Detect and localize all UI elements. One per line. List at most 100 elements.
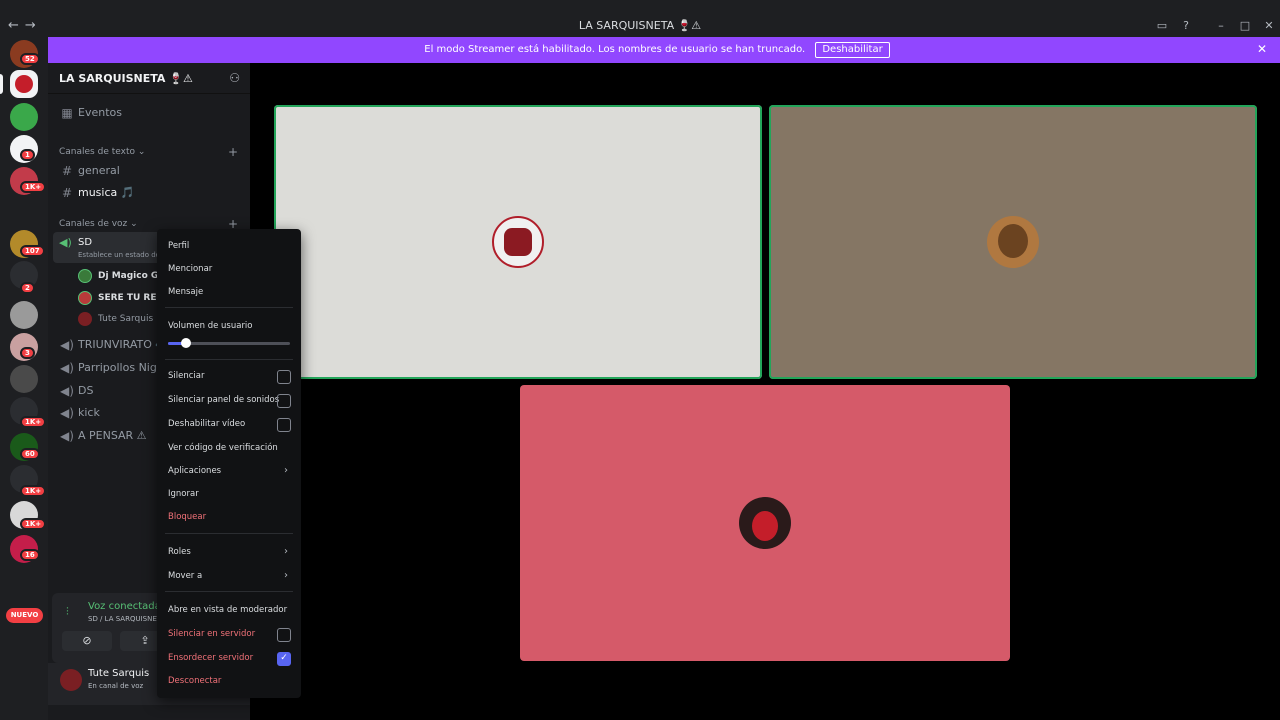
voice-connected-status[interactable]: Voz conectada [88, 601, 161, 612]
help-icon[interactable]: ? [1179, 19, 1193, 33]
mention-badge: 107 [20, 245, 45, 257]
disable-video-checkbox[interactable] [277, 418, 291, 432]
title-bar: ←→ LA SARQUISNETA 🍷⚠ ▭ ? – □ ✕ [0, 0, 1280, 37]
mute-checkbox[interactable] [277, 370, 291, 384]
menu-mute-soundboard-label: Silenciar panel de sonidos [168, 395, 280, 405]
menu-separator [165, 359, 293, 360]
voice-category[interactable]: Canales de voz ⌄ [59, 219, 138, 229]
mention-badge: 16 [20, 549, 40, 561]
menu-move-to[interactable]: Mover a [168, 567, 292, 585]
close-window-icon[interactable]: ✕ [1262, 19, 1276, 33]
window-title: LA SARQUISNETA 🍷⚠ [578, 19, 702, 32]
voice-channel-name: SD [78, 237, 93, 248]
voice-category-label: Canales de voz [59, 219, 128, 229]
menu-apps[interactable]: Aplicaciones [168, 462, 292, 480]
streamer-mode-banner: El modo Streamer está habilitado. Los no… [48, 37, 1280, 63]
text-category-label: Canales de texto [59, 147, 135, 157]
mention-badge: 1K+ [20, 181, 47, 193]
menu-disconnect[interactable]: Desconectar [168, 672, 292, 690]
disable-streamer-button[interactable]: Deshabilitar [815, 42, 890, 58]
avatar[interactable] [60, 669, 82, 691]
avatar [78, 269, 92, 283]
user-volume-slider[interactable] [168, 338, 290, 348]
participant-tile[interactable] [274, 105, 762, 379]
close-banner-icon[interactable]: ✕ [1257, 42, 1267, 56]
menu-mention[interactable]: Mencionar [168, 260, 292, 278]
signal-icon[interactable]: ⫶ [66, 605, 69, 619]
mention-badge: 1K+ [20, 485, 47, 497]
channel-general[interactable]: # general [54, 161, 244, 181]
server-list: 52 1 1K+ AT 107 2 3 1K+ 60 1K+ 1K+ 16 NU… [0, 37, 48, 720]
speaker-icon: ◀) [60, 361, 74, 375]
hash-icon: # [61, 164, 73, 178]
chevron-right-icon: › [284, 546, 288, 557]
menu-verification-code[interactable]: Ver código de verificación [168, 439, 292, 457]
server-mute-checkbox[interactable] [277, 628, 291, 642]
mention-badge: 1K+ [20, 518, 47, 530]
server-icon[interactable] [10, 301, 38, 329]
menu-ignore[interactable]: Ignorar [168, 485, 292, 503]
speaker-icon: ◀) [60, 384, 74, 398]
volume-knob[interactable] [181, 338, 192, 348]
menu-message[interactable]: Mensaje [168, 283, 292, 301]
mention-badge: 1K+ [20, 416, 47, 428]
invite-people-icon[interactable]: ⚇ [229, 71, 240, 85]
menu-roles-label: Roles [168, 547, 191, 557]
mention-badge: 60 [20, 448, 40, 460]
channel-status: Establece un estado de [78, 251, 160, 259]
menu-separator [165, 591, 293, 592]
avatar [492, 216, 544, 268]
events-item[interactable]: ▦ Eventos [54, 103, 244, 123]
mute-soundboard-checkbox[interactable] [277, 394, 291, 408]
avatar [78, 291, 92, 305]
speaker-icon: ◀) [60, 429, 74, 443]
menu-block[interactable]: Bloquear [168, 508, 292, 526]
minimize-icon[interactable]: – [1214, 19, 1228, 33]
user-name[interactable]: Tute Sarquis [88, 668, 149, 679]
server-icon[interactable] [10, 103, 38, 131]
user-context-menu: Perfil Mencionar Mensaje Volumen de usua… [157, 229, 301, 698]
menu-server-mute[interactable]: Silenciar en servidor [168, 625, 292, 643]
add-text-channel-icon[interactable]: + [228, 145, 238, 159]
voice-stage [250, 63, 1280, 720]
menu-disable-video[interactable]: Deshabilitar vídeo [168, 415, 292, 433]
menu-apps-label: Aplicaciones [168, 466, 222, 476]
maximize-icon[interactable]: □ [1238, 19, 1252, 33]
events-label: Eventos [78, 106, 122, 119]
avatar [78, 312, 92, 326]
channel-label: general [78, 164, 120, 177]
server-icon[interactable] [10, 365, 38, 393]
voice-channel-label: kick [78, 406, 100, 419]
inbox-icon[interactable]: ▭ [1155, 19, 1169, 33]
menu-mute-soundboard[interactable]: Silenciar panel de sonidos [168, 391, 292, 409]
menu-mute[interactable]: Silenciar [168, 367, 292, 385]
mention-badge: 2 [20, 282, 35, 294]
text-category[interactable]: Canales de texto ⌄ [59, 147, 145, 157]
participant-tile[interactable] [769, 105, 1257, 379]
camera-off-button[interactable]: ⊘ [62, 631, 112, 651]
chevron-down-icon: ⌄ [172, 71, 180, 81]
calendar-icon: ▦ [61, 106, 73, 120]
menu-mod-view[interactable]: Abre en vista de moderador [168, 601, 292, 619]
menu-separator [165, 307, 293, 308]
hash-icon: # [61, 186, 73, 200]
menu-mute-label: Silenciar [168, 371, 205, 381]
menu-server-mute-label: Silenciar en servidor [168, 629, 256, 639]
avatar [987, 216, 1039, 268]
menu-profile[interactable]: Perfil [168, 237, 292, 255]
mention-badge: 3 [20, 347, 35, 359]
server-icon[interactable] [10, 70, 38, 98]
participant-tile[interactable] [520, 385, 1010, 661]
selected-server-pill [0, 74, 3, 94]
menu-separator [165, 533, 293, 534]
speaker-icon: ◀) [60, 338, 74, 352]
menu-server-deafen[interactable]: Ensordecer servidor [168, 649, 292, 667]
menu-roles[interactable]: Roles [168, 543, 292, 561]
speaker-icon: ◀) [59, 236, 72, 249]
server-header[interactable]: LA SARQUISNETA 🍷⚠ ⌄ ⚇ [48, 63, 250, 94]
server-deafen-checkbox[interactable]: ✓ [277, 652, 291, 666]
voice-channel-label: Parripollos Night [78, 361, 169, 374]
streamer-banner-text: El modo Streamer está habilitado. Los no… [424, 44, 806, 55]
voice-channel-label: A PENSAR ⚠ [78, 429, 147, 442]
channel-musica[interactable]: # musica 🎵 [54, 183, 244, 203]
